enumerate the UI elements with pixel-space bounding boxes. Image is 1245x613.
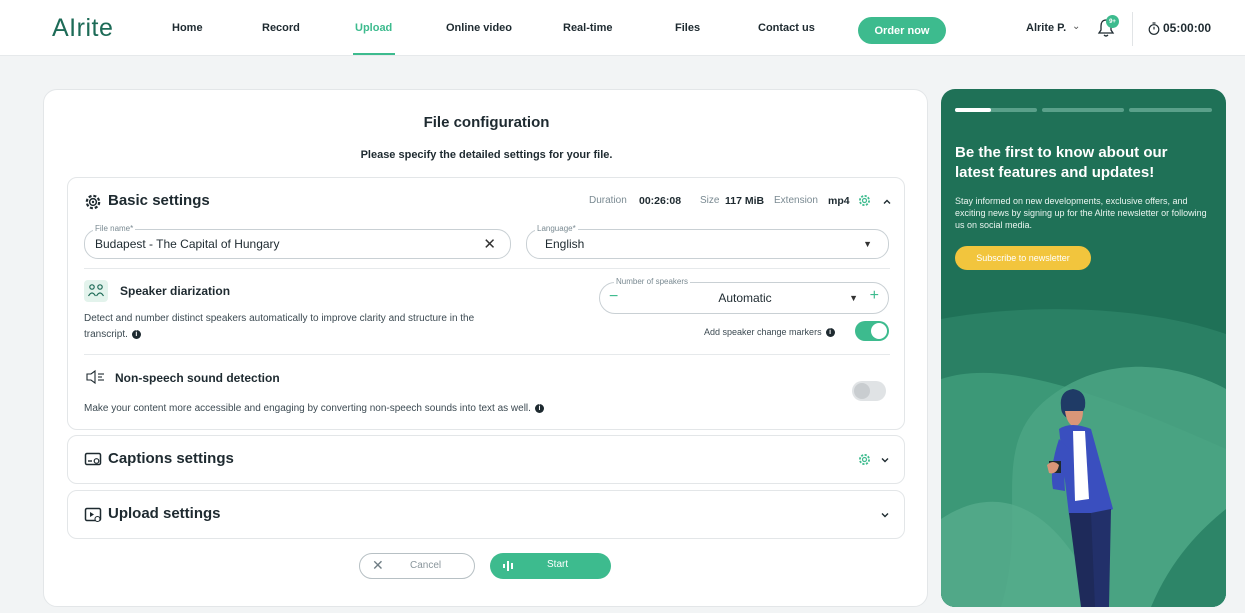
nonspeech-toggle[interactable] xyxy=(852,381,886,401)
nav-real-time[interactable]: Real-time xyxy=(563,22,613,34)
speaker-diarization-icon xyxy=(84,280,108,302)
settings-gear-icon[interactable] xyxy=(858,194,871,207)
carousel-dot-2 xyxy=(1042,108,1124,112)
chevron-down-icon[interactable]: ⌄ xyxy=(1072,21,1080,32)
file-name-value[interactable]: Budapest - The Capital of Hungary xyxy=(95,237,280,251)
nav-divider xyxy=(1132,12,1133,46)
language-select[interactable]: Language* English ▼ xyxy=(526,224,889,259)
nav-home[interactable]: Home xyxy=(172,22,203,34)
chevron-down-icon[interactable] xyxy=(880,510,890,520)
caret-down-icon[interactable]: ▼ xyxy=(849,293,858,303)
nonspeech-title: Non-speech sound detection xyxy=(115,371,280,385)
nav-upload[interactable]: Upload xyxy=(355,22,392,34)
page-title: File configuration xyxy=(423,114,550,131)
info-icon[interactable]: i xyxy=(131,329,141,339)
nav-contact-us[interactable]: Contact us xyxy=(758,22,815,34)
settings-gear-icon[interactable] xyxy=(858,453,871,466)
nav-record[interactable]: Record xyxy=(262,22,300,34)
speaker-markers-toggle[interactable] xyxy=(855,321,889,341)
captions-settings-heading[interactable]: Captions settings xyxy=(108,450,234,467)
promo-title: Be the first to know about our latest fe… xyxy=(955,144,1168,181)
speaker-markers-label: Add speaker change markers i xyxy=(704,327,835,338)
upload-settings-heading[interactable]: Upload settings xyxy=(108,505,221,522)
cancel-button[interactable]: ✕ Cancel xyxy=(359,553,475,579)
close-icon: ✕ xyxy=(372,557,384,573)
file-configuration-card: File configuration Please specify the de… xyxy=(43,89,928,607)
nav-online-video[interactable]: Online video xyxy=(446,22,512,34)
info-icon[interactable]: i xyxy=(534,403,544,413)
section-divider xyxy=(84,268,890,269)
chevron-down-icon[interactable] xyxy=(880,455,890,465)
extension-value: mp4 xyxy=(828,195,850,207)
size-value: 117 MiB xyxy=(725,195,765,207)
carousel-dot-1 xyxy=(955,108,1037,112)
chevron-up-icon[interactable] xyxy=(882,197,892,207)
clear-icon[interactable]: ✕ xyxy=(483,235,496,253)
nav-active-indicator xyxy=(353,53,395,55)
extension-label: Extension xyxy=(774,195,818,206)
speaker-diarization-description: Detect and number distinct speakers auto… xyxy=(84,313,475,340)
cancel-label: Cancel xyxy=(410,560,442,571)
number-of-speakers-value[interactable]: Automatic xyxy=(600,291,890,305)
section-divider xyxy=(84,354,890,355)
caret-down-icon[interactable]: ▼ xyxy=(863,239,872,249)
number-of-speakers-label: Number of speakers xyxy=(614,277,691,286)
captions-settings-section[interactable]: Captions settings xyxy=(67,435,905,484)
file-name-label: File name* xyxy=(93,224,136,233)
number-of-speakers-stepper[interactable]: Number of speakers − Automatic ▼ + xyxy=(599,277,890,314)
nonspeech-description: Make your content more accessible and en… xyxy=(84,401,784,417)
basic-settings-heading[interactable]: Basic settings xyxy=(108,192,210,209)
language-label: Language* xyxy=(535,224,578,233)
upload-settings-section[interactable]: Upload settings xyxy=(67,490,905,539)
sound-icon xyxy=(86,369,104,385)
plus-icon[interactable]: + xyxy=(870,287,879,305)
nav-files[interactable]: Files xyxy=(675,22,700,34)
captions-icon xyxy=(84,452,102,466)
carousel-dot-3 xyxy=(1129,108,1212,112)
video-upload-icon xyxy=(84,507,102,523)
stopwatch-icon xyxy=(1148,22,1160,35)
promo-panel: Be the first to know about our latest fe… xyxy=(941,89,1226,607)
promo-text: Stay informed on new developments, exclu… xyxy=(955,196,1207,230)
speaker-diarization-title: Speaker diarization xyxy=(120,284,231,298)
subscribe-newsletter-button[interactable]: Subscribe to newsletter xyxy=(955,246,1091,270)
info-icon[interactable]: i xyxy=(825,328,835,338)
start-label: Start xyxy=(547,559,569,570)
size-label: Size xyxy=(700,195,720,206)
file-name-field[interactable]: File name* Budapest - The Capital of Hun… xyxy=(84,224,511,259)
duration-label: Duration xyxy=(589,195,627,206)
order-now-button[interactable]: Order now xyxy=(858,17,946,44)
start-button[interactable]: Start xyxy=(490,553,611,579)
language-value[interactable]: English xyxy=(545,237,584,251)
page-subtitle: Please specify the detailed settings for… xyxy=(360,149,613,161)
user-menu[interactable]: Alrite P. xyxy=(1026,22,1066,34)
waveform-icon xyxy=(503,561,513,571)
duration-value: 00:26:08 xyxy=(639,195,682,207)
basic-settings-section: Basic settings Duration 00:26:08 Size 11… xyxy=(67,177,905,430)
top-navigation: AIrite Home Record Upload Online video R… xyxy=(0,0,1245,56)
remaining-time: 05:00:00 xyxy=(1163,21,1212,35)
gear-icon xyxy=(85,194,101,210)
notification-badge: 9+ xyxy=(1106,15,1119,28)
app-logo[interactable]: AIrite xyxy=(52,14,113,43)
